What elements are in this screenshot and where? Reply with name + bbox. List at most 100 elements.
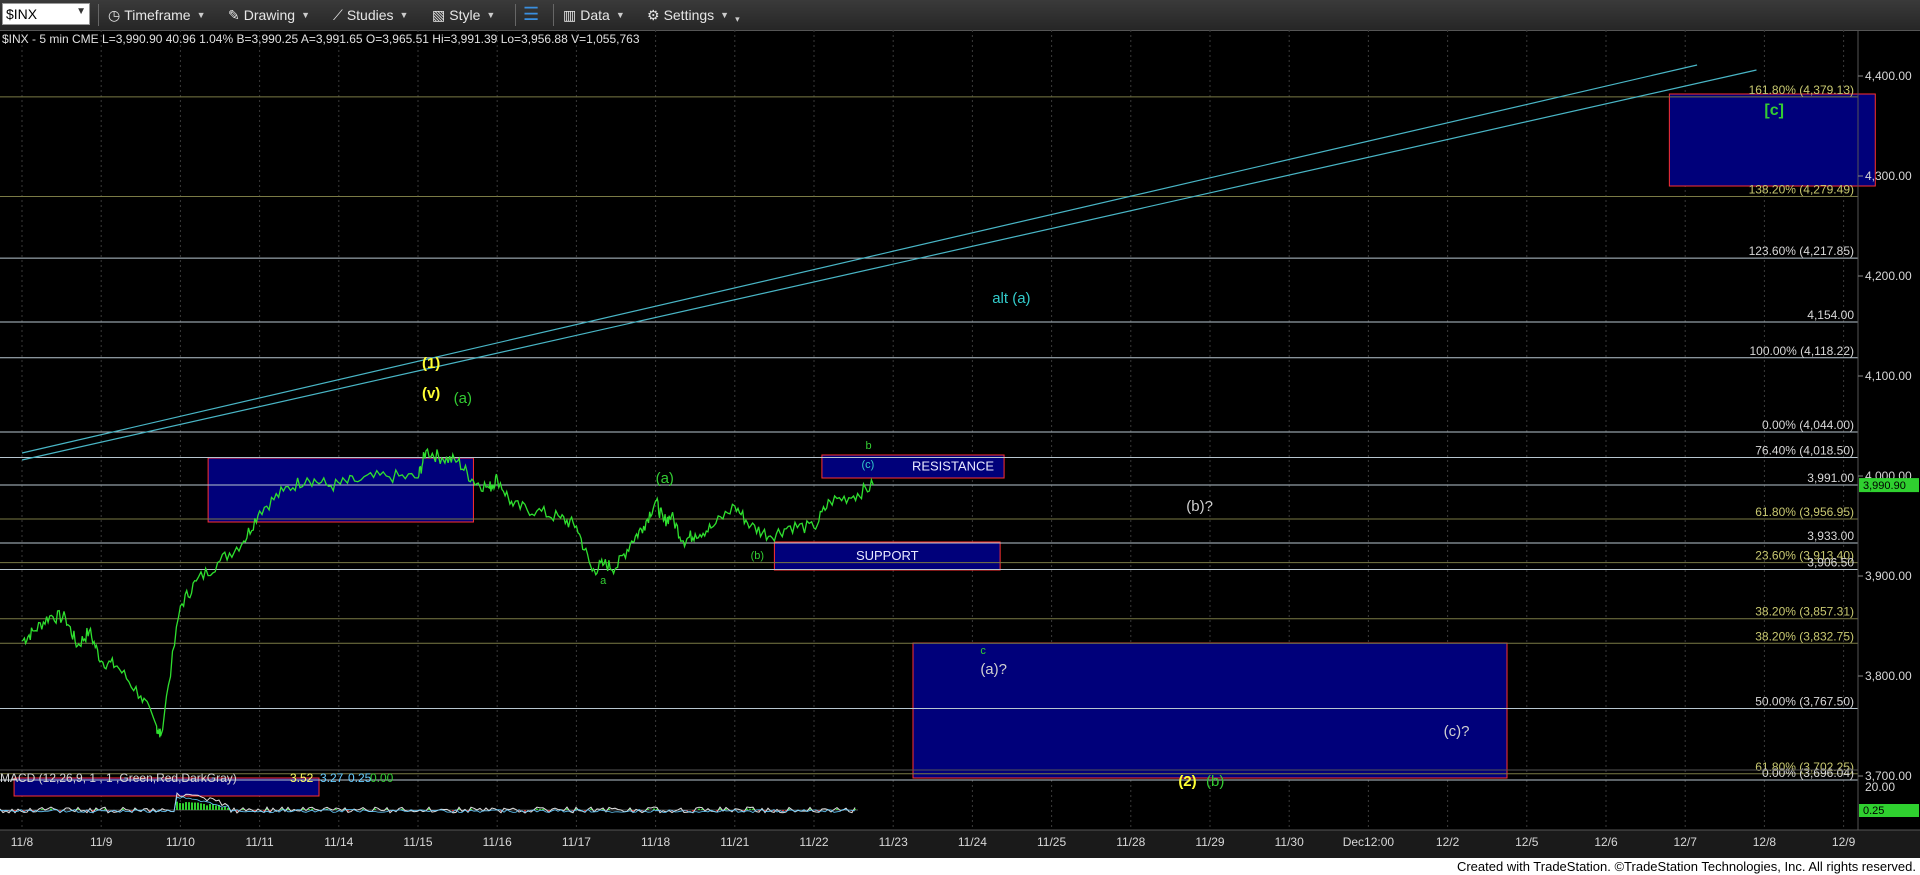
- wave-label: (2): [1178, 773, 1196, 790]
- gear-icon: ⚙: [647, 6, 660, 23]
- macd-value: 0.25: [348, 771, 372, 785]
- x-tick-label: 12/2: [1436, 835, 1460, 849]
- level-label: 161.80% (4,379.13): [1749, 83, 1854, 97]
- macd-value: 3.27: [320, 771, 344, 785]
- wave-label: alt (a): [992, 290, 1030, 307]
- zone-boxes: RESISTANCE SUPPORT: [13, 93, 1876, 797]
- support-zone-label: SUPPORT: [856, 548, 919, 563]
- x-tick-label: 12/7: [1674, 835, 1698, 849]
- studies-menu[interactable]: ⟋ Studies ▼: [333, 5, 408, 25]
- toolbar-separator: [553, 4, 554, 26]
- wave-label: (a)?: [980, 661, 1007, 678]
- style-label: Style: [449, 7, 481, 23]
- toolbar: $INX ▼ ◷ Timeframe ▼ ✎ Drawing ▼ ⟋ Studi…: [0, 0, 1920, 31]
- drawing-menu[interactable]: ✎ Drawing ▼: [228, 5, 310, 25]
- settings-label: Settings: [663, 7, 715, 23]
- x-tick-label: 11/16: [483, 835, 512, 849]
- wave-label: (c): [862, 459, 875, 471]
- clock-icon: ◷: [108, 6, 121, 23]
- macd-value: 0.00: [370, 771, 394, 785]
- level-label: 123.60% (4,217.85): [1749, 244, 1854, 258]
- trend-line: [21, 64, 1698, 454]
- x-tick-label: 11/11: [245, 835, 274, 849]
- wave-label: (1): [422, 355, 440, 372]
- x-tick-label: 11/22: [799, 835, 828, 849]
- wave-label: (b)?: [1186, 498, 1213, 515]
- wave-label: a: [600, 575, 607, 587]
- wave-label: (b): [751, 550, 764, 562]
- last-price-label: 3,990.90: [1863, 480, 1906, 492]
- data-icon: ▥: [563, 6, 577, 23]
- macd-value: 3.52: [290, 771, 314, 785]
- x-tick-label: 12/5: [1515, 835, 1539, 849]
- level-label: 0.00% (4,044.00): [1762, 418, 1854, 432]
- wave-label: (v): [422, 385, 440, 402]
- symbol-input[interactable]: $INX ▼: [2, 3, 90, 25]
- level-label: 76.40% (4,018.50): [1755, 444, 1854, 458]
- wave-label: (b): [1206, 773, 1224, 790]
- macd-axis-label: 20.00: [1865, 780, 1895, 794]
- trend-line: [21, 69, 1757, 461]
- y-tick-label: 3,800.00: [1865, 669, 1912, 683]
- x-tick-label: 11/24: [958, 835, 987, 849]
- chevron-down-icon: ▼: [615, 10, 625, 20]
- studies-icon: ⟋: [333, 6, 343, 23]
- wave-label: c: [980, 645, 986, 657]
- wave-label: (a): [454, 390, 472, 407]
- symbol-text: $INX: [6, 6, 38, 22]
- macd-label: MACD (12,26,9, 1 , 1 ,Green,Red,DarkGray…: [0, 771, 237, 785]
- x-tick-label: 11/28: [1116, 835, 1145, 849]
- chart-info-header: $INX - 5 min CME L=3,990.90 40.96 1.04% …: [2, 32, 640, 46]
- chevron-down-icon: ▼: [399, 10, 409, 20]
- drawing-label: Drawing: [243, 7, 296, 23]
- price-chart[interactable]: RESISTANCE SUPPORT 161.80% (4,379.13) 138.…: [0, 30, 1920, 858]
- resistance-zone-label: RESISTANCE: [912, 459, 994, 474]
- settings-menu[interactable]: ⚙ Settings ▼ ▾: [647, 5, 740, 25]
- data-menu[interactable]: ▥ Data ▼: [563, 5, 625, 25]
- x-tick-label: 12/6: [1594, 835, 1618, 849]
- x-tick-label: 11/14: [324, 835, 353, 849]
- y-tick-label: 4,100.00: [1865, 369, 1912, 383]
- level-label: 61.80% (3,956.95): [1755, 505, 1854, 519]
- style-menu[interactable]: ▧ Style ▼: [432, 5, 495, 25]
- level-label: 3,933.00: [1807, 529, 1854, 543]
- chevron-down-icon: ▼: [301, 10, 311, 20]
- pencil-icon: ✎: [228, 6, 240, 23]
- wave-label: (c)?: [1444, 723, 1470, 740]
- y-tick-label: 4,200.00: [1865, 269, 1912, 283]
- x-tick-label: 11/29: [1195, 835, 1224, 849]
- x-tick-label: Dec12:00: [1343, 835, 1395, 849]
- more-icon: ▾: [735, 13, 740, 24]
- x-tick-label: 11/23: [879, 835, 908, 849]
- level-label: 3,991.00: [1807, 471, 1854, 485]
- level-label: 100.00% (4,118.22): [1749, 344, 1854, 358]
- x-tick-label: 11/10: [166, 835, 195, 849]
- x-axis: 11/8 11/9 11/10 11/11 11/14 11/15 11/16 11/17 11…: [0, 829, 1920, 858]
- layout-icon: ☰: [523, 3, 540, 24]
- y-tick-label: 4,400.00: [1865, 69, 1912, 83]
- level-label: 38.20% (3,832.75): [1755, 629, 1854, 643]
- timeframe-menu[interactable]: ◷ Timeframe ▼: [108, 5, 206, 25]
- toolbar-separator: [515, 4, 516, 26]
- x-tick-label: 11/30: [1275, 835, 1304, 849]
- chevron-down-icon: ▼: [720, 10, 730, 20]
- timeframe-label: Timeframe: [124, 7, 191, 23]
- trend-lines: [21, 64, 1757, 461]
- x-tick-label: 11/21: [720, 835, 749, 849]
- wave-label: b: [865, 440, 871, 452]
- x-tick-label: 12/9: [1832, 835, 1856, 849]
- x-tick-label: 11/8: [11, 835, 34, 849]
- toolbar-separator: [98, 4, 99, 26]
- data-label: Data: [580, 7, 610, 23]
- footer: Created with TradeStation. ©TradeStation…: [0, 858, 1920, 875]
- level-label: 50.00% (3,767.50): [1755, 695, 1854, 709]
- style-icon: ▧: [432, 6, 446, 23]
- level-label: 0.00% (3,696.04): [1762, 766, 1854, 780]
- level-label: 4,154.00: [1807, 308, 1854, 322]
- left-box: [207, 457, 474, 523]
- layout-button[interactable]: ☰: [523, 4, 539, 24]
- chevron-down-icon[interactable]: ▼: [76, 6, 86, 17]
- x-tick-label: 12/8: [1753, 835, 1777, 849]
- x-tick-label: 11/18: [641, 835, 670, 849]
- level-label: 138.20% (4,279.49): [1749, 183, 1854, 197]
